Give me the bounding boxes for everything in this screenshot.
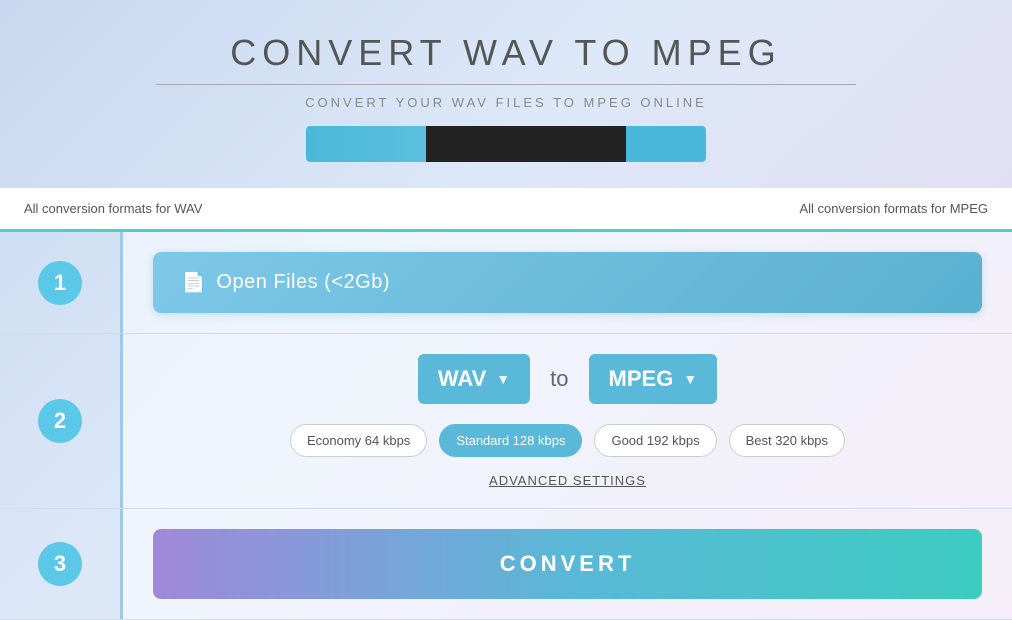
step-3-circle: 3 — [38, 542, 82, 586]
step-3-content: CONVERT — [120, 509, 1012, 619]
step-3-row: 3 CONVERT — [0, 509, 1012, 620]
from-format-dropdown[interactable]: WAV ▼ — [418, 354, 530, 404]
quality-best-button[interactable]: Best 320 kbps — [729, 424, 845, 457]
step-1-row: 1 📄 Open Files (<2Gb) — [0, 232, 1012, 334]
step-3-number-col: 3 — [0, 509, 120, 619]
format-bar-left-label[interactable]: All conversion formats for WAV — [24, 201, 202, 216]
quality-good-button[interactable]: Good 192 kbps — [594, 424, 716, 457]
advanced-settings-link[interactable]: ADVANCED SETTINGS — [153, 473, 982, 488]
quality-standard-button[interactable]: Standard 128 kbps — [439, 424, 582, 457]
step-1-number-col: 1 — [0, 232, 120, 333]
step-2-content: WAV ▼ to MPEG ▼ Economy 64 kbps Standard… — [120, 334, 1012, 508]
from-format-chevron-icon: ▼ — [496, 371, 510, 387]
convert-button[interactable]: CONVERT — [153, 529, 982, 599]
format-bar: All conversion formats for WAV All conve… — [0, 188, 1012, 232]
quality-economy-button[interactable]: Economy 64 kbps — [290, 424, 427, 457]
main-content: 1 📄 Open Files (<2Gb) 2 WAV ▼ to MPEG ▼ — [0, 232, 1012, 620]
file-icon: 📄 — [181, 270, 206, 295]
page-header: CONVERT WAV TO MPEG CONVERT YOUR WAV FIL… — [0, 0, 1012, 188]
header-divider — [156, 84, 856, 85]
from-format-label: WAV — [438, 366, 486, 392]
step-1-circle: 1 — [38, 261, 82, 305]
open-files-label: Open Files (<2Gb) — [216, 271, 390, 294]
to-format-label: MPEG — [609, 366, 674, 392]
format-bar-right-label[interactable]: All conversion formats for MPEG — [799, 201, 988, 216]
conversion-row: WAV ▼ to MPEG ▼ — [153, 354, 982, 404]
open-files-button[interactable]: 📄 Open Files (<2Gb) — [153, 252, 982, 313]
to-text: to — [550, 366, 568, 392]
step-2-circle: 2 — [38, 399, 82, 443]
step-1-content: 📄 Open Files (<2Gb) — [120, 232, 1012, 333]
quality-options: Economy 64 kbps Standard 128 kbps Good 1… — [153, 424, 982, 457]
step-2-row: 2 WAV ▼ to MPEG ▼ Economy 64 kbps Standa… — [0, 334, 1012, 509]
to-format-dropdown[interactable]: MPEG ▼ — [589, 354, 718, 404]
to-format-chevron-icon: ▼ — [683, 371, 697, 387]
upload-bar-decoration — [306, 126, 706, 162]
step-2-number-col: 2 — [0, 334, 120, 508]
page-title: CONVERT WAV TO MPEG — [0, 32, 1012, 74]
page-subtitle: CONVERT YOUR WAV FILES TO MPEG ONLINE — [0, 95, 1012, 110]
